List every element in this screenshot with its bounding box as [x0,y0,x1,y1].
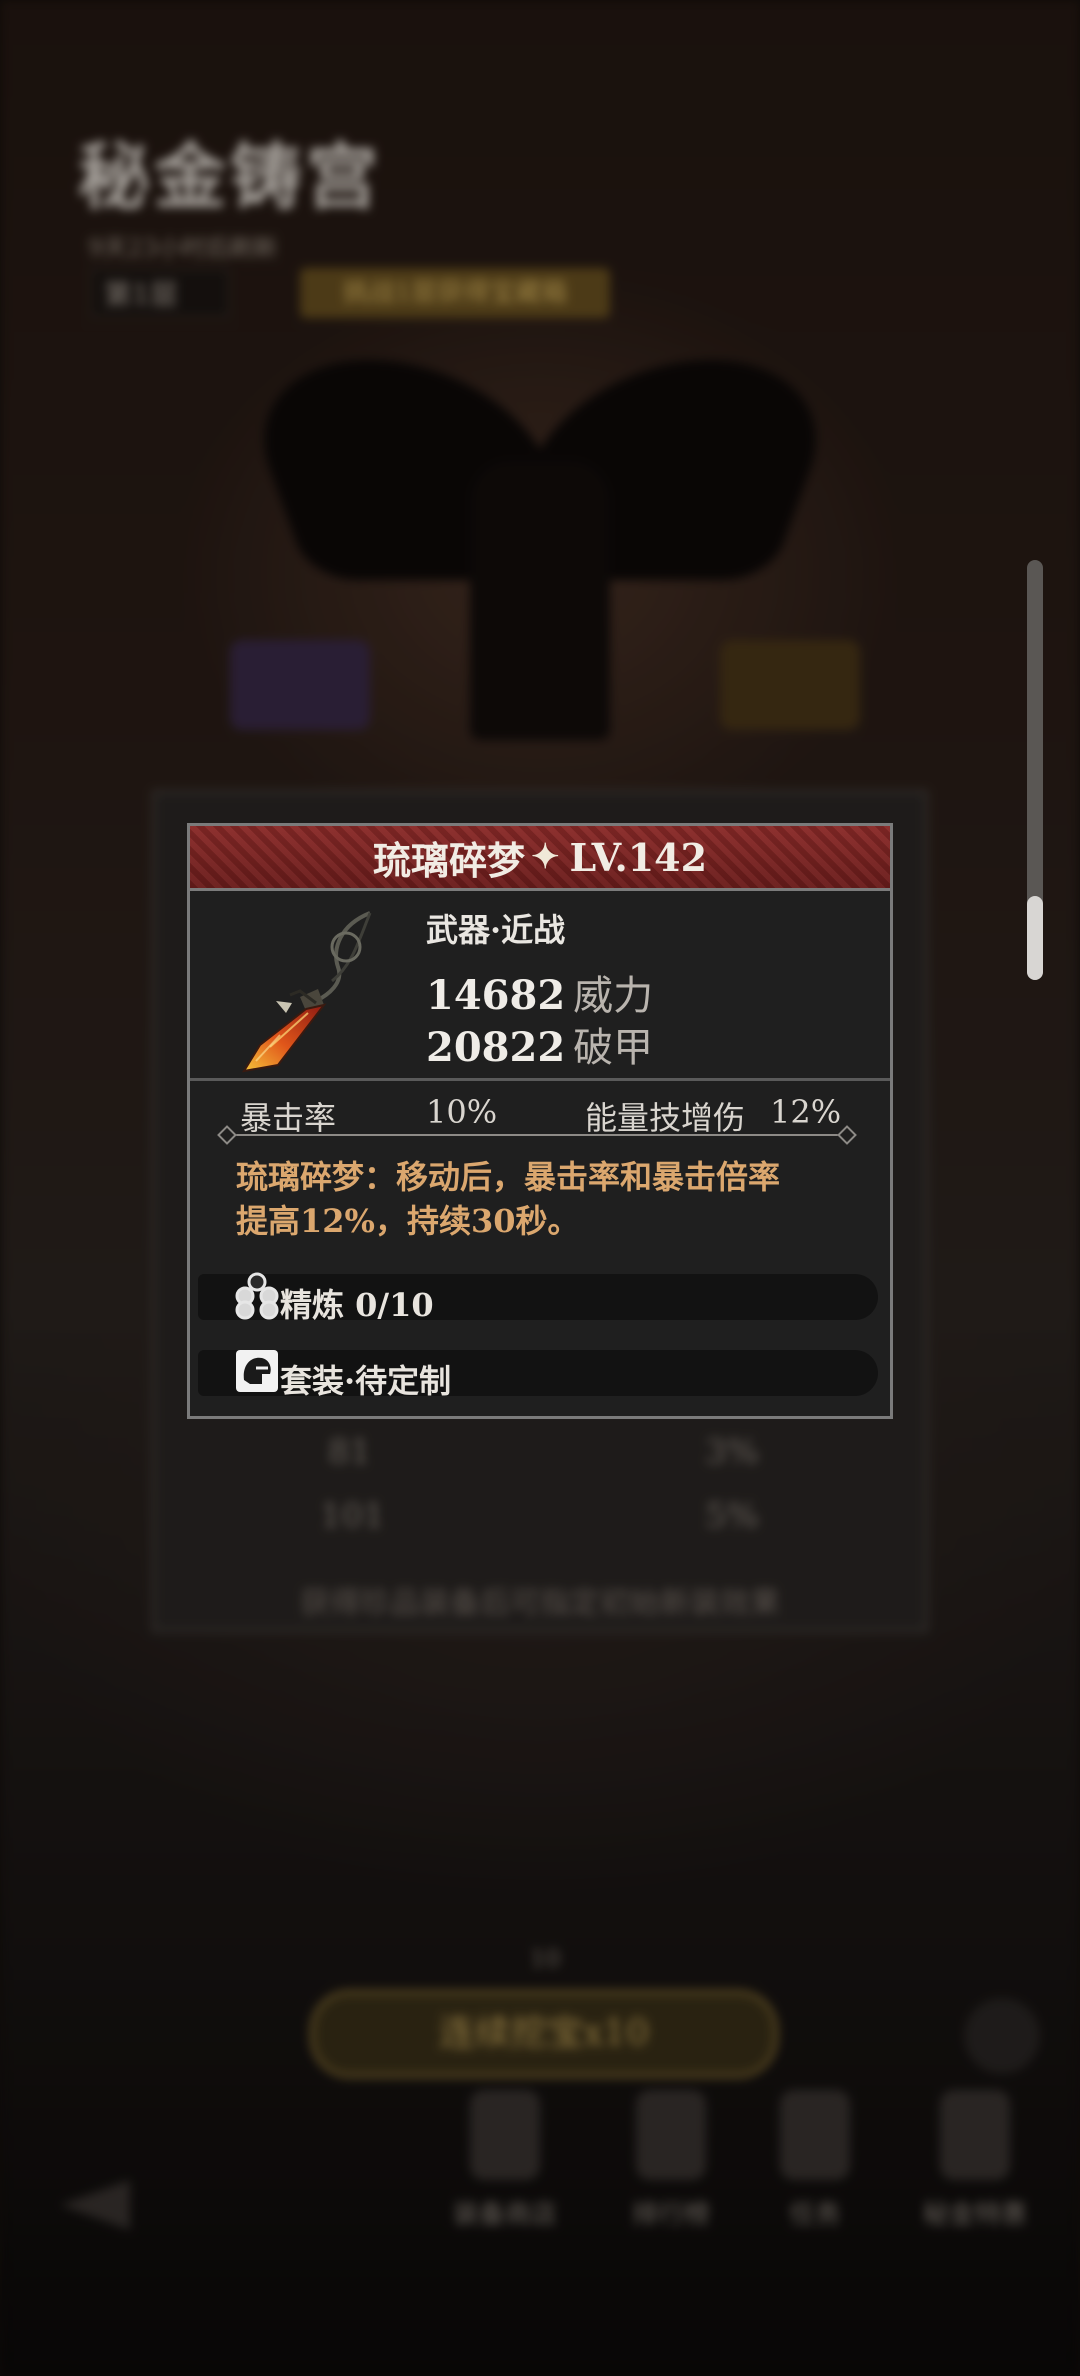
item-level: LV.142 [569,834,708,880]
crit-label: 暴击率 [240,1099,337,1137]
item-header: 琉璃碎梦 ✦ LV.142 [190,826,890,891]
effect-line: 琉璃碎梦：移动后，暴击率和暴击倍率 [236,1158,781,1196]
set-label: 套装·待定制 [280,1362,452,1400]
scrollbar-thumb[interactable] [1027,896,1043,980]
ornament-divider [226,1134,846,1136]
four-point-star-icon: ✦ [530,837,560,877]
item-summary: 武器·近战 14682 威力 20822 破甲 [190,891,890,1081]
refine-cluster-icon [235,1272,279,1320]
set-helmet-icon [236,1350,278,1392]
stat-power-label: 威力 [573,973,654,1019]
refine-label: 精炼 0/10 [280,1286,434,1324]
stat-power-value: 14682 [426,972,566,1019]
refine-row[interactable]: 精炼 0/10 [198,1272,878,1324]
energy-damage-value: 12% [770,1093,842,1131]
item-detail-card: 琉璃碎梦 ✦ LV.142 武器·近战 14682 威力 20822 破甲 暴击… [187,823,893,1419]
crit-value: 10% [426,1093,498,1131]
stat-armor-break-label: 破甲 [573,1025,654,1071]
item-type: 武器·近战 [426,911,566,949]
stat-armor-break-value: 20822 [426,1024,566,1071]
stat-power: 14682 威力 [426,963,653,1021]
effect-line: 提高12%，持续30秒。 [236,1202,580,1240]
energy-damage-label: 能量技增伤 [585,1099,746,1137]
item-name: 琉璃碎梦 [372,837,525,883]
stat-armor-break: 20822 破甲 [426,1015,653,1073]
special-effect-text: 琉璃碎梦：移动后，暴击率和暴击倍率 提高12%，持续30秒。 [190,1139,890,1243]
set-row[interactable]: 套装·待定制 [198,1350,878,1400]
weapon-sword-icon [241,911,372,1073]
secondary-stats: 暴击率 10% 能量技增伤 12% [190,1081,890,1145]
